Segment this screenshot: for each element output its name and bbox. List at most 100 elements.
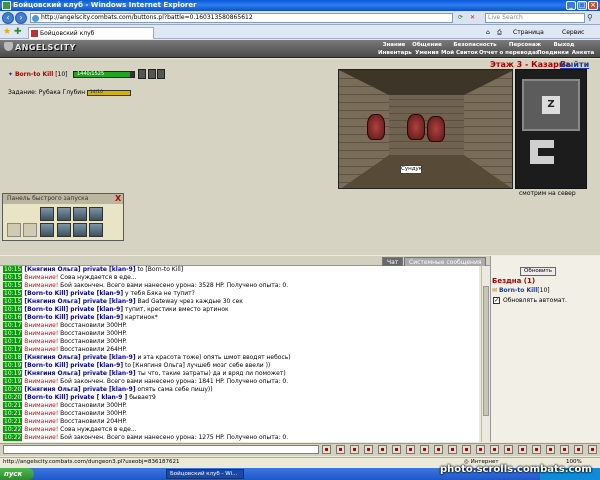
quick-slot[interactable]	[73, 223, 87, 237]
chest-label[interactable]: Сундук	[400, 165, 422, 174]
room-user[interactable]: ✉ Born-to Kill[10]	[492, 286, 550, 295]
quick-slot[interactable]	[57, 207, 71, 221]
nav-transfers[interactable]: Отчет о переводах	[479, 49, 539, 57]
chat-tool-button[interactable]: ▪	[406, 445, 415, 454]
chat-timestamp[interactable]: 10:16	[3, 306, 23, 313]
chat-tool-button[interactable]: ▪	[448, 445, 457, 454]
nav-battles[interactable]: Поединки	[537, 49, 569, 57]
add-favorite-icon[interactable]: ✚	[14, 27, 24, 37]
chat-scrollbar[interactable]	[481, 266, 489, 442]
room-user-name[interactable]: Born-to Kill	[499, 287, 537, 294]
nav-knowledge[interactable]: Знание	[381, 41, 407, 49]
refresh-icon[interactable]: ⟳	[458, 13, 463, 22]
chat-tool-button[interactable]: ▪	[546, 445, 555, 454]
chat-timestamp[interactable]: 10:15	[3, 290, 23, 297]
quick-slot[interactable]	[7, 223, 21, 237]
chat-tool-button[interactable]: ▪	[574, 445, 583, 454]
chat-tool-button[interactable]: ▪	[462, 445, 471, 454]
chat-nick[interactable]: [Княгиня Ольга]	[22, 386, 80, 393]
quick-slot[interactable]	[57, 223, 71, 237]
chat-timestamp[interactable]: 10:17	[3, 322, 23, 329]
chat-tool-button[interactable]: ▪	[350, 445, 359, 454]
monster[interactable]	[407, 114, 425, 140]
chat-timestamp[interactable]: 10:21	[3, 418, 23, 425]
nav-exit[interactable]: Выход	[553, 41, 575, 49]
taskbar-item[interactable]: Бойцовский клуб - Wi...	[166, 469, 244, 479]
browser-tab[interactable]: Бойцовский клуб	[28, 27, 154, 39]
chat-timestamp[interactable]: 10:15	[3, 266, 23, 273]
nav-profile[interactable]: Анкета	[568, 49, 598, 57]
chat-timestamp[interactable]: 10:15	[3, 298, 23, 305]
chat-nick[interactable]: [Born-to Kill]	[22, 394, 68, 401]
effect-icon[interactable]	[138, 69, 146, 79]
chat-timestamp[interactable]: 10:17	[3, 338, 23, 345]
chat-nick[interactable]: [Княгиня Ольга]	[22, 266, 80, 273]
nav-skills[interactable]: Умения	[415, 49, 439, 57]
tools-menu[interactable]: Сервис	[562, 28, 584, 37]
monster[interactable]	[367, 114, 385, 140]
stop-icon[interactable]: ✕	[470, 13, 475, 22]
chat-tool-button[interactable]: ▪	[504, 445, 513, 454]
search-input[interactable]: Live Search	[485, 13, 585, 23]
refresh-button[interactable]: Обновить	[520, 267, 556, 276]
chat-tool-button[interactable]: ▪	[490, 445, 499, 454]
quick-slot[interactable]	[40, 207, 54, 221]
nav-character[interactable]: Персонаж	[508, 41, 542, 49]
scrollbar-thumb[interactable]	[483, 286, 489, 416]
chat-timestamp[interactable]: 10:19	[3, 378, 23, 385]
chat-nick[interactable]: [Born-to Kill]	[22, 362, 68, 369]
effect-icon[interactable]	[157, 69, 165, 79]
auto-update-checkbox[interactable]: ✓	[493, 297, 500, 304]
tab-chat[interactable]: Чат	[382, 257, 404, 266]
chat-timestamp[interactable]: 10:20	[3, 394, 23, 401]
quick-slot[interactable]	[73, 207, 87, 221]
chat-input[interactable]	[3, 445, 319, 454]
favorites-star-icon[interactable]: ★	[3, 27, 13, 37]
chat-nick[interactable]: [Княгиня Ольга]	[22, 370, 80, 377]
search-icon[interactable]: ⚲	[587, 13, 597, 23]
chat-nick[interactable]: [Born-to Kill]	[22, 290, 68, 297]
nav-scroll[interactable]: Мой Свиток	[441, 49, 478, 57]
chat-tool-button[interactable]: ▪	[560, 445, 569, 454]
chat-tool-button[interactable]: ▪	[434, 445, 443, 454]
quick-slot[interactable]	[89, 223, 103, 237]
chat-timestamp[interactable]: 10:20	[3, 386, 23, 393]
chat-timestamp[interactable]: 10:19	[3, 370, 23, 377]
tab-system-messages[interactable]: Системные сообщения	[404, 257, 487, 266]
chat-tool-button[interactable]: ▪	[588, 445, 597, 454]
chat-timestamp[interactable]: 10:21	[3, 402, 23, 409]
private-chat-icon[interactable]: ✉	[492, 287, 497, 294]
start-button[interactable]: пуск	[0, 468, 34, 480]
page-menu[interactable]: Страница	[513, 28, 544, 37]
chat-nick[interactable]: [Born-to Kill]	[22, 306, 68, 313]
chat-timestamp[interactable]: 10:16	[3, 314, 23, 321]
chat-timestamp[interactable]: 10:22	[3, 434, 23, 441]
direction-arrow-icon[interactable]: Z	[542, 96, 560, 114]
chat-timestamp[interactable]: 10:15	[3, 282, 23, 289]
quick-slot[interactable]	[23, 223, 37, 237]
url-field[interactable]: http://angelscity.combats.com/buttons.pl…	[30, 13, 453, 23]
close-window-button[interactable]: ×	[588, 1, 598, 10]
chat-nick[interactable]: [Княгиня Ольга]	[22, 298, 80, 305]
chat-tool-button[interactable]: ▪	[378, 445, 387, 454]
chat-timestamp[interactable]: 10:17	[3, 330, 23, 337]
forward-icon[interactable]: ›	[15, 12, 27, 24]
nav-communication[interactable]: Общение	[411, 41, 443, 49]
quick-slot[interactable]	[89, 207, 103, 221]
chat-tool-button[interactable]: ▪	[322, 445, 331, 454]
maximize-button[interactable]: □	[577, 1, 587, 10]
close-icon[interactable]: X	[115, 194, 123, 204]
player-name[interactable]: Born-to Kill	[15, 71, 53, 78]
chat-tool-button[interactable]: ▪	[476, 445, 485, 454]
chat-tool-button[interactable]: ▪	[336, 445, 345, 454]
chat-tool-button[interactable]: ▪	[420, 445, 429, 454]
quick-slot[interactable]	[40, 223, 54, 237]
nav-security[interactable]: Безопасность	[453, 41, 497, 49]
back-icon[interactable]: ‹	[2, 12, 14, 24]
dungeon-view[interactable]	[338, 69, 513, 189]
chat-timestamp[interactable]: 10:21	[3, 410, 23, 417]
chat-timestamp[interactable]: 10:19	[3, 362, 23, 369]
minimize-button[interactable]: _	[566, 1, 576, 10]
chat-timestamp[interactable]: 10:22	[3, 426, 23, 433]
chat-tool-button[interactable]: ▪	[392, 445, 401, 454]
